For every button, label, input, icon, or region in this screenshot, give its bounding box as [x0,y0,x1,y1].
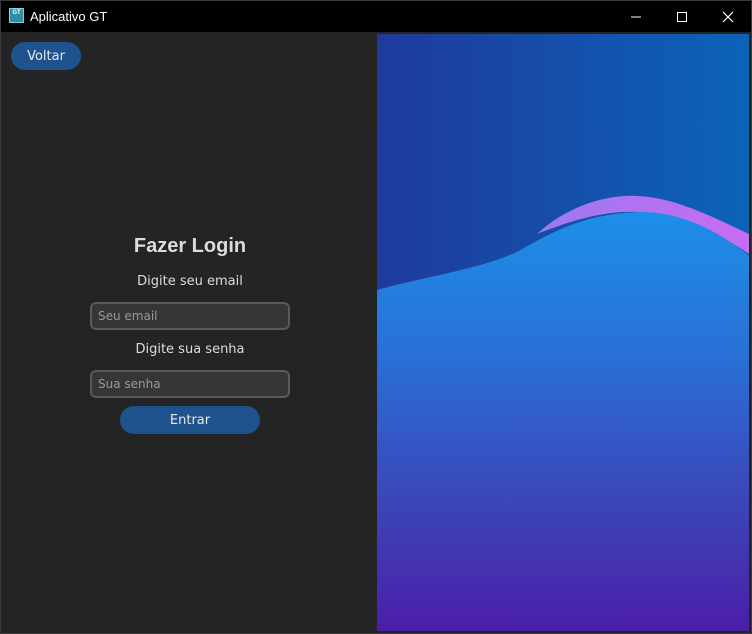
title-bar[interactable]: GT Aplicativo GT [1,1,751,32]
wave-illustration-image [377,34,749,631]
login-title: Fazer Login [133,235,247,257]
maximize-button[interactable] [659,1,705,32]
close-icon [722,11,734,22]
close-button[interactable] [705,1,751,32]
password-label: Digite sua senha [135,342,245,357]
password-field[interactable] [90,370,290,398]
email-field[interactable] [90,302,290,330]
login-button[interactable]: Entrar [120,406,260,434]
email-label: Digite seu email [137,274,243,289]
window-title: Aplicativo GT [30,9,108,24]
maximize-icon [677,11,687,22]
wave-illustration [377,34,749,631]
app-window: GT Aplicativo GT Voltar Fazer Login Digi… [0,0,752,634]
login-panel: Voltar Fazer Login Digite seu email Digi… [1,32,376,633]
minimize-icon [631,16,641,17]
app-icon: GT [9,8,24,23]
back-button[interactable]: Voltar [11,42,81,70]
minimize-button[interactable] [613,1,659,32]
